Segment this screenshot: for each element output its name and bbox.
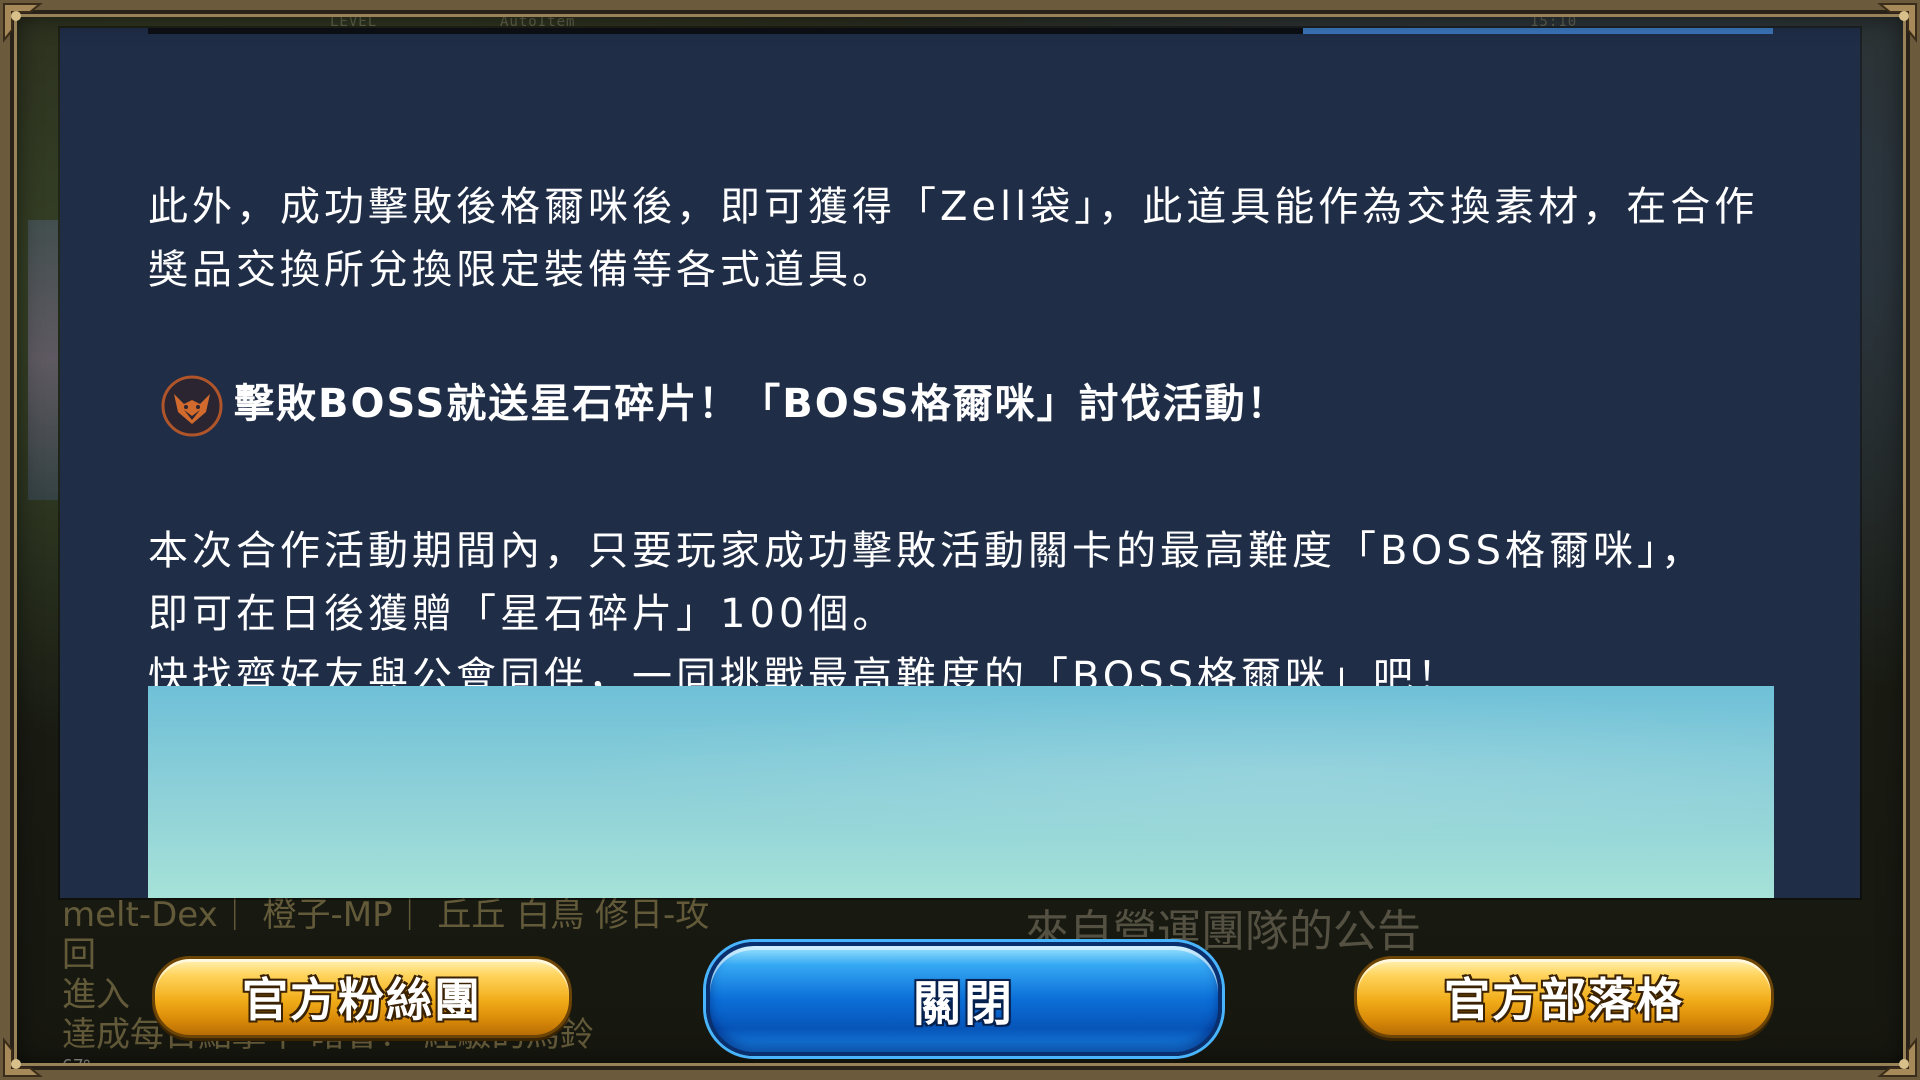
panel-top-accent [1303, 28, 1773, 34]
notice-heading-text: 擊敗BOSS就送星石碎片！「BOSS格爾咪」討伐活動！ [234, 381, 1289, 427]
notice-paragraph-boss: 本次合作活動期間內，只要玩家成功擊敗活動關卡的最高難度「BOSS格爾咪」， 即可… [148, 520, 1788, 709]
notice-paragraph-line: 本次合作活動期間內，只要玩家成功擊敗活動關卡的最高難度「BOSS格爾咪」， [148, 528, 1706, 574]
notice-section-heading: 擊敗BOSS就送星石碎片！「BOSS格爾咪」討伐活動！ [148, 368, 1788, 438]
official-fan-page-button[interactable]: 官方粉絲團 [152, 956, 572, 1038]
event-banner-image [148, 686, 1774, 898]
chat-line: melt-Dex｜ 橙子-MP｜ 丘丘 白鳥 修日-攻 [62, 895, 710, 935]
notice-paragraph-line: 即可在日後獲贈「星石碎片」100個。 [148, 591, 897, 637]
notice-paragraph-zell: 此外，成功擊敗後格爾咪後，即可獲得「Zell袋」，此道具能作為交換素材，在合作獎… [148, 184, 1759, 293]
panel-top-divider [148, 28, 1773, 34]
fox-badge-icon [160, 374, 224, 438]
official-blog-button[interactable]: 官方部落格 [1354, 956, 1774, 1038]
close-button[interactable]: 關閉 [706, 942, 1222, 1056]
notice-panel[interactable]: 此外，成功擊敗後格爾咪後，即可獲得「Zell袋」，此道具能作為交換素材，在合作獎… [60, 28, 1860, 898]
background-character-portrait [28, 220, 58, 500]
background-bottom-bar [0, 1068, 1920, 1080]
